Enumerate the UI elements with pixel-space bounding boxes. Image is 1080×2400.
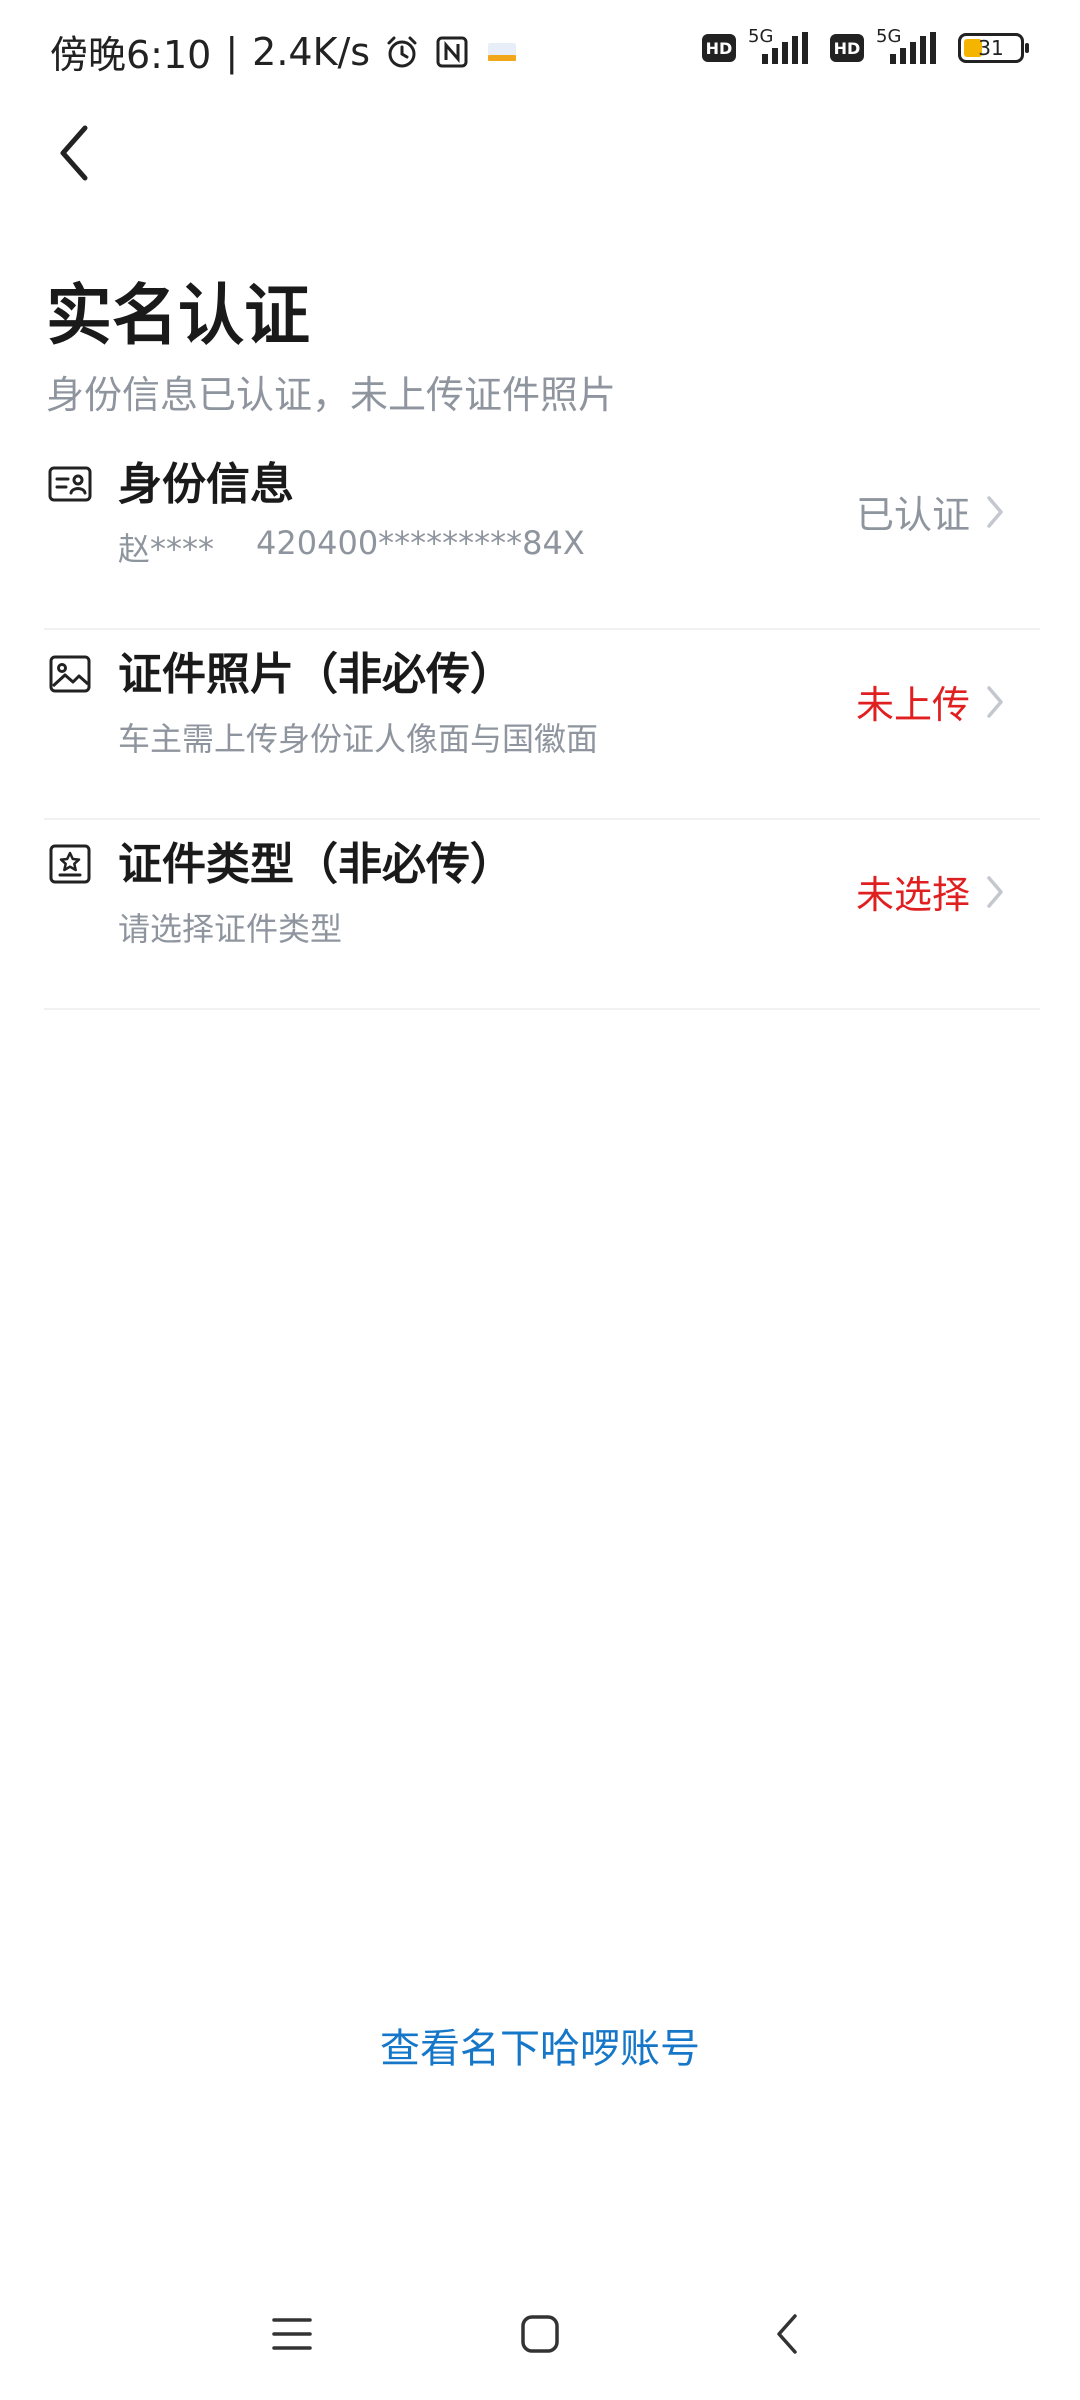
list-item-identity-info[interactable]: 身份信息 赵**** 420400*********84X 已认证 — [44, 440, 1040, 630]
id-type-title: 证件类型（非必传） — [118, 839, 514, 890]
identity-number: 420400*********84X — [256, 524, 585, 562]
hd-badge-2: HD — [830, 34, 864, 62]
back-triangle-icon — [777, 2314, 797, 2354]
status-left: 傍晚6:10 | 2.4K/s — [50, 24, 520, 79]
identity-name: 赵**** — [118, 530, 215, 568]
badge-star-icon — [48, 842, 92, 886]
status-right: HD 5G HD 5G 31 — [702, 26, 1029, 68]
chevron-right-icon — [987, 685, 1003, 718]
chevron-right-icon — [987, 495, 1003, 528]
view-accounts-link[interactable]: 查看名下哈啰账号 — [0, 2016, 1080, 2074]
id-type-subtitle: 请选择证件类型 — [118, 910, 343, 948]
id-photo-subtitle: 车主需上传身份证人像面与国徽面 — [118, 720, 599, 758]
status-separator: | — [225, 29, 239, 74]
id-photo-status: 未上传 — [856, 674, 1006, 729]
battery-icon: 31 — [958, 33, 1029, 63]
id-type-status-text: 未选择 — [855, 873, 970, 917]
nav-back-button[interactable] — [758, 2304, 818, 2364]
menu-button[interactable] — [262, 2304, 322, 2364]
back-button[interactable] — [44, 118, 104, 188]
notification-app-icon — [484, 34, 520, 70]
status-bar: 傍晚6:10 | 2.4K/s HD 5G HD 5G 31 — [0, 0, 1080, 100]
page-subtitle: 身份信息已认证，未上传证件照片 — [46, 373, 617, 417]
system-nav-bar — [0, 2290, 1080, 2380]
identity-info-subtitle: 赵**** 420400*********84X — [118, 524, 585, 570]
signal-bars-1 — [762, 32, 808, 64]
page-title: 实名认证 — [46, 277, 310, 354]
network-speed: 2.4K/s — [252, 29, 371, 74]
identity-status: 已认证 — [856, 484, 1006, 539]
nfc-icon — [434, 34, 470, 70]
alarm-icon — [384, 34, 420, 70]
menu-icon — [272, 2318, 312, 2350]
chevron-right-icon — [987, 875, 1003, 908]
status-time: 傍晚6:10 — [50, 33, 212, 77]
id-card-icon — [48, 462, 92, 506]
chevron-left-icon — [60, 125, 88, 181]
image-icon — [48, 652, 92, 696]
signal-strength-icon-2: 5G — [876, 26, 946, 68]
home-square-icon — [521, 2315, 559, 2353]
id-photo-title: 证件照片（非必传） — [118, 649, 514, 700]
battery-level: 31 — [978, 36, 1004, 60]
page: 傍晚6:10 | 2.4K/s HD 5G HD 5G 31 实名认证 身份信息… — [0, 0, 1080, 2400]
id-photo-status-text: 未上传 — [855, 683, 970, 727]
list-item-id-type[interactable]: 证件类型（非必传） 请选择证件类型 未选择 — [44, 820, 1040, 1010]
verification-list: 身份信息 赵**** 420400*********84X 已认证 证件照片（非… — [44, 440, 1040, 1010]
hd-badge-1: HD — [702, 34, 736, 62]
identity-info-title: 身份信息 — [118, 459, 294, 510]
signal-bars-2 — [890, 32, 936, 64]
list-item-id-photo[interactable]: 证件照片（非必传） 车主需上传身份证人像面与国徽面 未上传 — [44, 630, 1040, 820]
signal-strength-icon-1: 5G — [748, 26, 818, 68]
identity-status-text: 已认证 — [855, 493, 970, 537]
id-type-status: 未选择 — [856, 864, 1006, 919]
home-button[interactable] — [510, 2304, 570, 2364]
